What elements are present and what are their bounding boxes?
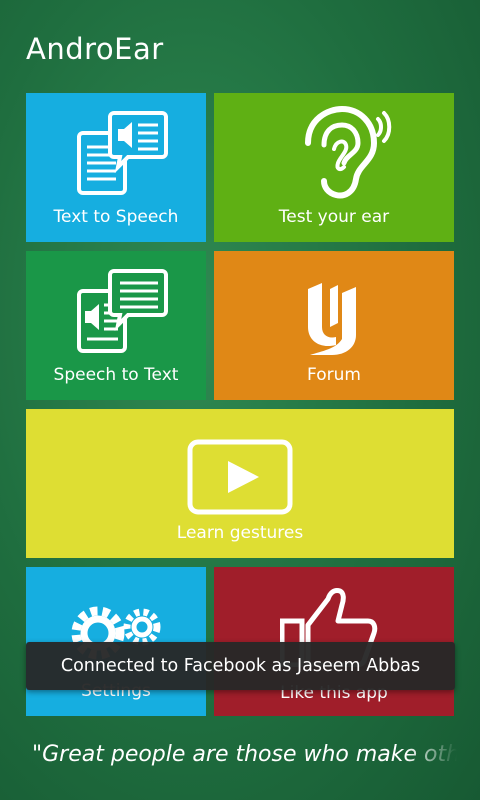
speaker-document-icon <box>77 269 168 353</box>
app-title: AndroEar <box>26 32 164 66</box>
forum-tile[interactable]: Forum <box>214 251 454 400</box>
play-icon <box>187 439 293 515</box>
forum-label: Forum <box>307 365 361 385</box>
ear-icon <box>305 105 392 199</box>
learn-gestures-tile[interactable]: Learn gestures <box>26 409 454 558</box>
test-your-ear-tile[interactable]: Test your ear <box>214 93 454 242</box>
text-to-speech-tile[interactable]: Text to Speech <box>26 93 206 242</box>
quote-ticker: "Great people are those who make others … <box>32 742 457 767</box>
forum-logo-icon <box>308 283 356 355</box>
document-speaker-icon <box>77 111 168 195</box>
speech-to-text-label: Speech to Text <box>53 365 179 385</box>
text-to-speech-label: Text to Speech <box>53 207 179 227</box>
test-your-ear-label: Test your ear <box>278 207 390 227</box>
facebook-connected-toast: Connected to Facebook as Jaseem Abbas <box>26 642 455 690</box>
learn-gestures-label: Learn gestures <box>176 523 304 543</box>
toast-message: Connected to Facebook as Jaseem Abbas <box>60 656 421 676</box>
speech-to-text-tile[interactable]: Speech to Text <box>26 251 206 400</box>
